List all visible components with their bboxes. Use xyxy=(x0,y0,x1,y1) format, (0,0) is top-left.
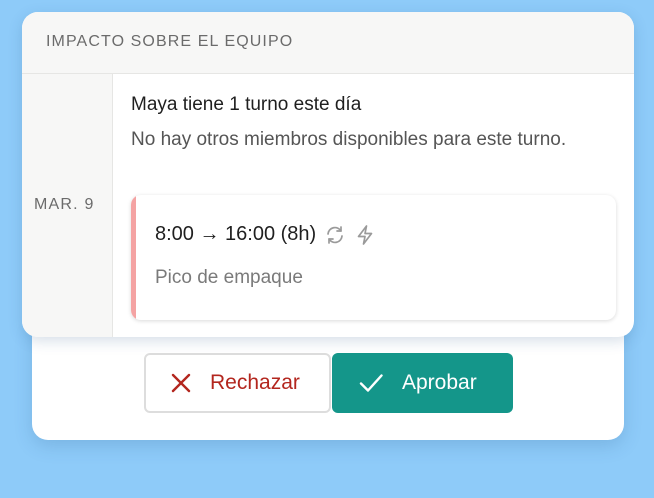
lightning-icon xyxy=(354,224,376,246)
approve-button[interactable]: Aprobar xyxy=(332,353,513,413)
shift-time-row: 8:00 → 16:00 (8h) xyxy=(155,223,376,246)
shift-description: Pico de empaque xyxy=(155,267,303,288)
reject-button[interactable]: Rechazar xyxy=(144,353,331,413)
close-icon xyxy=(168,370,194,396)
date-column: MAR. 9 xyxy=(22,74,113,337)
team-impact-card: IMPACTO SOBRE EL EQUIPO MAR. 9 Maya tien… xyxy=(22,12,634,337)
impact-body: Maya tiene 1 turno este día No hay otros… xyxy=(131,74,634,337)
check-icon xyxy=(358,370,384,396)
date-label: MAR. 9 xyxy=(34,196,95,213)
reject-button-label: Rechazar xyxy=(210,371,300,394)
repeat-icon xyxy=(324,224,346,246)
impact-title: IMPACTO SOBRE EL EQUIPO xyxy=(46,33,294,50)
shift-card[interactable]: 8:00 → 16:00 (8h) Pico de empaque xyxy=(131,195,616,320)
shift-accent-bar xyxy=(131,195,136,320)
impact-header: IMPACTO SOBRE EL EQUIPO xyxy=(22,12,634,74)
approve-button-label: Aprobar xyxy=(402,371,477,394)
summary-text: No hay otros miembros disponibles para e… xyxy=(131,129,567,150)
stage: Rechazar Aprobar IMPACTO SOBRE EL EQUIPO… xyxy=(0,0,654,498)
shift-time: 8:00 → 16:00 (8h) xyxy=(155,223,317,245)
summary-title: Maya tiene 1 turno este día xyxy=(131,94,362,115)
